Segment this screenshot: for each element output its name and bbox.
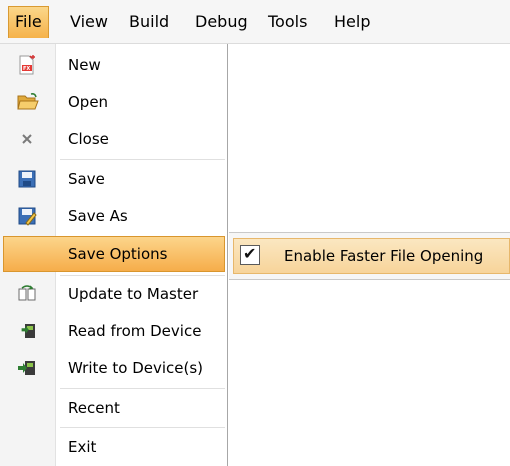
- menu-item-label: Save Options: [68, 245, 168, 263]
- menu-item-enable-faster-file-opening[interactable]: ✔ Enable Faster File Opening: [233, 238, 510, 274]
- menu-item-update-to-master[interactable]: Update to Master: [3, 276, 225, 312]
- menu-item-close[interactable]: Close: [3, 121, 225, 157]
- read-device-icon: [17, 321, 37, 341]
- save-as-icon: [17, 206, 37, 226]
- file-menu-dropdown: FX New Open Close Save Save As Save Opti…: [0, 44, 228, 466]
- write-device-icon: [17, 358, 37, 378]
- menu-item-label: Save As: [68, 207, 128, 225]
- svg-text:FX: FX: [23, 66, 30, 72]
- menu-item-label: Read from Device: [68, 322, 202, 340]
- menu-file[interactable]: File: [8, 6, 49, 38]
- menu-bar: File View Build Debug Tools Help: [0, 0, 510, 44]
- save-options-submenu: ✔ Enable Faster File Opening: [229, 232, 510, 280]
- menu-item-save[interactable]: Save: [3, 161, 225, 197]
- menu-separator: [60, 427, 225, 428]
- menu-item-label: Close: [68, 130, 109, 148]
- menu-tools[interactable]: Tools: [262, 6, 313, 38]
- menu-item-label: Save: [68, 170, 105, 188]
- folder-open-icon: [17, 92, 39, 112]
- checkbox[interactable]: ✔: [240, 244, 260, 265]
- menu-item-exit[interactable]: Exit: [3, 429, 225, 465]
- save-icon: [17, 169, 37, 189]
- new-document-icon: FX: [17, 55, 37, 75]
- menu-item-write-to-device[interactable]: Write to Device(s): [3, 350, 225, 386]
- menu-help[interactable]: Help: [328, 6, 376, 38]
- menu-item-save-options[interactable]: Save Options: [3, 236, 225, 272]
- menu-item-new[interactable]: FX New: [3, 47, 225, 83]
- close-icon: [17, 129, 37, 149]
- update-master-icon: [17, 284, 37, 304]
- menu-item-label: New: [68, 56, 101, 74]
- menu-item-save-as[interactable]: Save As: [3, 198, 225, 234]
- menu-item-label: Write to Device(s): [68, 359, 204, 377]
- menu-item-recent[interactable]: Recent: [3, 390, 225, 426]
- menu-build[interactable]: Build: [123, 6, 175, 38]
- menu-item-read-from-device[interactable]: Read from Device: [3, 313, 225, 349]
- menu-separator: [60, 159, 225, 160]
- menu-separator: [60, 388, 225, 389]
- checkmark-icon: ✔: [243, 244, 257, 263]
- menu-view[interactable]: View: [64, 6, 114, 38]
- menu-debug[interactable]: Debug: [189, 6, 254, 38]
- menu-item-label: Update to Master: [68, 285, 199, 303]
- menu-item-label: Recent: [68, 399, 120, 417]
- menu-item-label: Exit: [68, 438, 97, 456]
- menu-item-open[interactable]: Open: [3, 84, 225, 120]
- menu-item-label: Open: [68, 93, 109, 111]
- submenu-item-label: Enable Faster File Opening: [284, 247, 484, 265]
